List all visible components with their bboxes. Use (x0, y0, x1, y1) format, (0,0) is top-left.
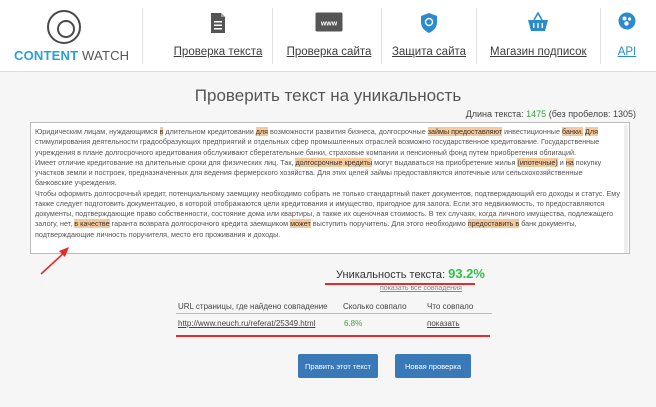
matched-fragment: займы предоставляют (427, 127, 503, 136)
brand-logo[interactable]: CONTENT WATCH (14, 10, 129, 63)
text-fragment: могут выдаваться на приобретение жилья (372, 157, 518, 167)
nav-separator (476, 8, 477, 64)
edit-text-button[interactable]: Править этот текст (298, 354, 378, 378)
text-length-label: Длина текста: (465, 109, 524, 119)
match-url-link[interactable]: http://www.neuch.ru/referat/25349.html (178, 319, 315, 328)
page-title: Проверить текст на уникальность (194, 86, 462, 105)
checked-text: Юридическим лицам, нуждающимся в длитель… (35, 127, 621, 249)
text-fragment: Имеет отличие кредитование на длительные… (35, 157, 296, 167)
nav-separator (142, 8, 143, 64)
nav-label: Защита сайта (391, 46, 467, 58)
text-length-no-spaces: (без пробелов: 1305) (548, 109, 636, 119)
show-all-matches-link[interactable]: показать все совпадения (380, 285, 462, 292)
column-header-url: URL страницы, где найдено совпадение (178, 302, 328, 311)
new-check-button[interactable]: Новая проверка (395, 354, 471, 378)
show-match-link[interactable]: показать (427, 319, 460, 328)
text-fragment: инвестиционные (502, 127, 562, 136)
nav-label: API (617, 46, 637, 58)
matched-fragment: может (290, 219, 311, 229)
text-length: Длина текста: 1475 (без пробелов: 1305) (466, 109, 636, 119)
basket-icon (528, 12, 548, 31)
table-header-divider (176, 313, 492, 314)
api-icon (618, 12, 636, 30)
text-fragment: стимулирования деятельности градообразую… (35, 137, 600, 157)
nav-item-site-check[interactable]: www Проверка сайта (284, 8, 374, 66)
scrollbar[interactable] (624, 125, 628, 253)
matched-fragment: Для (585, 127, 599, 136)
column-header-matched-text: Что совпало (427, 302, 474, 311)
matched-fragment: для (255, 127, 269, 136)
brand-name: CONTENT WATCH (14, 48, 130, 63)
text-area[interactable]: Юридическим лицам, нуждающимся в длитель… (30, 122, 630, 254)
matched-fragment: предоставить в (467, 219, 520, 229)
text-length-value: 1475 (526, 109, 547, 119)
text-fragment: Юридическим лицам, нуждающимся (35, 127, 160, 136)
nav-item-site-protection[interactable]: Защита сайта (390, 8, 468, 66)
document-icon (211, 13, 225, 33)
annotation-underline (176, 335, 490, 337)
nav-separator (381, 8, 382, 64)
eye-logo-icon (47, 10, 81, 44)
matched-fragment: на (565, 157, 574, 167)
svg-text:www: www (320, 21, 338, 28)
nav-item-subscription-shop[interactable]: Магазин подписок (490, 8, 587, 66)
www-icon: www (315, 12, 343, 32)
text-fragment: гаранта возврата долгосрочного кредита з… (109, 219, 291, 229)
matched-fragment: банки. (561, 127, 584, 136)
nav-item-text-check[interactable]: Проверка текста (172, 8, 264, 66)
nav-separator (600, 8, 601, 64)
nav-label: Магазин подписок (490, 46, 587, 58)
matched-fragment: долгосрочные кредиты (295, 157, 373, 167)
uniqueness-label: Уникальность текста: (336, 269, 446, 281)
uniqueness-value: 93.2% (448, 266, 485, 281)
uniqueness-result: Уникальность текста: 93.2% (336, 266, 485, 281)
text-fragment: длительном кредитовании (163, 127, 256, 136)
shield-icon (421, 13, 437, 33)
nav-label: Проверка текста (173, 46, 263, 58)
nav-item-api[interactable]: API (612, 8, 642, 66)
text-fragment: и (557, 157, 566, 167)
matched-fragment: в качестве (74, 219, 110, 229)
top-bar: CONTENT WATCH Проверка текста www Провер… (0, 0, 656, 72)
matched-fragment: (ипотечные) (517, 157, 558, 167)
nav-label: Проверка сайта (286, 46, 372, 58)
nav-separator (272, 8, 273, 64)
text-fragment: возможности развития бизнеса, долгосрочн… (268, 127, 428, 136)
text-fragment: выступить поручитель. Для этого необходи… (310, 219, 468, 229)
column-header-match: Сколько совпало (343, 302, 407, 311)
match-percent: 6.8% (344, 319, 363, 328)
annotation-arrow-icon (40, 247, 69, 275)
